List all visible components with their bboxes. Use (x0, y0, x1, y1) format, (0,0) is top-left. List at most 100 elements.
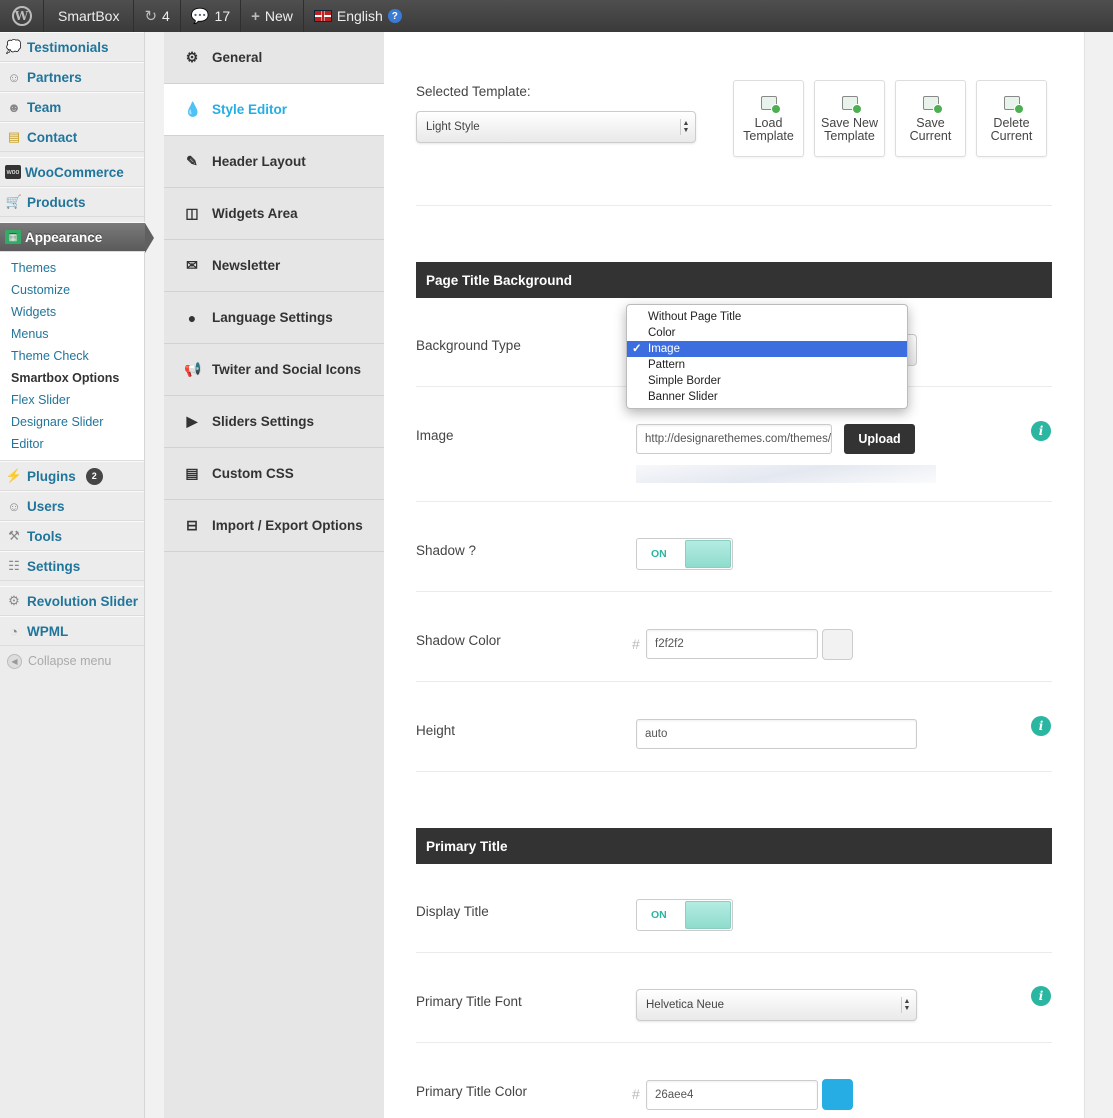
save-new-template-button[interactable]: Save New Template (814, 80, 885, 157)
submenu-theme-check[interactable]: Theme Check (0, 345, 144, 367)
dropdown-option-selected[interactable]: ✓ Image (627, 341, 907, 357)
nav-import-export[interactable]: ⊟ Import / Export Options (164, 500, 384, 552)
updates-count: 4 (162, 8, 170, 24)
help-icon[interactable]: ? (387, 9, 402, 23)
background-type-label: Background Type (416, 338, 521, 353)
primary-title-color-swatch[interactable] (822, 1079, 853, 1110)
toggle-knob (685, 901, 731, 929)
menu-team[interactable]: ☻ Team (0, 92, 144, 122)
dropdown-option[interactable]: Pattern (627, 357, 907, 373)
divider (416, 681, 1052, 682)
dropdown-option[interactable]: Simple Border (627, 373, 907, 389)
info-icon[interactable]: i (1031, 716, 1051, 736)
nav-widgets-area[interactable]: ◫ Widgets Area (164, 188, 384, 240)
new-content-link[interactable]: + New (241, 0, 304, 32)
menu-revolution-slider[interactable]: ⚙ Revolution Slider (0, 586, 144, 616)
divider (416, 1042, 1052, 1043)
menu-label: Settings (27, 558, 81, 574)
delete-current-icon (1003, 96, 1024, 114)
nav-social-icons[interactable]: 📢 Twiter and Social Icons (164, 344, 384, 396)
load-template-icon (760, 96, 781, 114)
toggle-state: ON (651, 548, 667, 560)
submenu-widgets[interactable]: Widgets (0, 301, 144, 323)
image-url-input[interactable]: http://designarethemes.com/themes/s (636, 424, 832, 454)
collapse-arrow-icon: ◀ (7, 653, 22, 669)
shadow-color-swatch[interactable] (822, 629, 853, 660)
menu-label: Products (27, 194, 86, 210)
divider (416, 205, 1052, 206)
save-current-button[interactable]: Save Current (895, 80, 966, 157)
submenu-editor[interactable]: Editor (0, 433, 144, 455)
menu-appearance[interactable]: ▦ Appearance (0, 222, 154, 253)
template-select[interactable]: Light Style ▲ ▼ (416, 111, 696, 143)
dropdown-option[interactable]: Banner Slider (627, 389, 907, 405)
menu-plugins[interactable]: ⚡ Plugins 2 (0, 461, 144, 491)
language-switcher[interactable]: English? (304, 0, 412, 32)
site-name-link[interactable]: SmartBox (44, 0, 135, 32)
dropdown-option[interactable]: Without Page Title (627, 309, 907, 325)
divider (416, 501, 1052, 502)
primary-title-color-input[interactable]: 26aee4 (646, 1080, 818, 1110)
envelope-icon: ✉ (186, 257, 198, 273)
users-icon: ☺ (7, 498, 21, 514)
primary-title-font-select[interactable]: Helvetica Neue ▲ ▼ (636, 989, 917, 1021)
save-current-icon (922, 96, 943, 114)
submenu-themes[interactable]: Themes (0, 257, 144, 279)
menu-products[interactable]: 🛒 Products (0, 187, 144, 217)
dropdown-option[interactable]: Color (627, 325, 907, 341)
drive-icon: ⊟ (186, 517, 198, 533)
options-content: Selected Template: Light Style ▲ ▼ Load T… (384, 32, 1084, 1118)
nav-sliders-settings[interactable]: ▶ Sliders Settings (164, 396, 384, 448)
menu-testimonials[interactable]: 💭 Testimonials (0, 32, 144, 62)
menu-label: Revolution Slider (27, 593, 139, 609)
nav-newsletter[interactable]: ✉ Newsletter (164, 240, 384, 292)
shadow-color-label: Shadow Color (416, 633, 501, 648)
collapse-menu-button[interactable]: ◀ Collapse menu (0, 646, 144, 676)
selected-template-label: Selected Template: (416, 84, 531, 99)
submenu-customize[interactable]: Customize (0, 279, 144, 301)
updates-link[interactable]: ↻ 4 (134, 0, 181, 32)
plug-icon: ⚡ (5, 468, 23, 483)
tools-icon: ⚒ (8, 528, 20, 543)
hash-symbol: # (632, 1086, 640, 1102)
menu-tools[interactable]: ⚒ Tools (0, 521, 144, 551)
gear-icon: ⚙ (8, 593, 20, 608)
cart-icon: 🛒 (5, 194, 23, 209)
height-input[interactable]: auto (636, 719, 917, 749)
display-title-toggle[interactable]: ON (636, 899, 733, 931)
globe-icon: ● (187, 309, 197, 326)
nav-general[interactable]: ⚙ General (164, 32, 384, 84)
menu-woocommerce[interactable]: woo WooCommerce (0, 157, 144, 187)
submenu-flex-slider[interactable]: Flex Slider (0, 389, 144, 411)
button-label: Template (743, 129, 794, 143)
info-icon[interactable]: i (1031, 986, 1051, 1006)
image-preview (636, 465, 936, 483)
appearance-icon: ▦ (5, 230, 21, 244)
menu-settings[interactable]: ☷ Settings (0, 551, 144, 581)
menu-contact[interactable]: ▤ Contact (0, 122, 144, 152)
plugins-update-badge: 2 (85, 467, 103, 485)
wpml-icon: ◔ (10, 623, 18, 639)
upload-button[interactable]: Upload (844, 424, 915, 454)
shadow-color-input[interactable]: f2f2f2 (646, 629, 818, 659)
nav-style-editor[interactable]: 💧 Style Editor (164, 84, 384, 136)
shadow-toggle[interactable]: ON (636, 538, 733, 570)
submenu-designare-slider[interactable]: Designare Slider (0, 411, 144, 433)
height-label: Height (416, 723, 456, 738)
divider (416, 591, 1052, 592)
submenu-smartbox-options[interactable]: Smartbox Options (0, 367, 144, 389)
menu-partners[interactable]: ☺ Partners (0, 62, 144, 92)
load-template-button[interactable]: Load Template (733, 80, 804, 157)
delete-current-button[interactable]: Delete Current (976, 80, 1047, 157)
nav-header-layout[interactable]: ✎ Header Layout (164, 136, 384, 188)
button-label: Current (990, 129, 1033, 143)
comments-count: 17 (214, 8, 231, 24)
menu-wpml[interactable]: ◔ WPML (0, 616, 144, 646)
comments-link[interactable]: 💬 17 (181, 0, 242, 32)
wordpress-logo-icon[interactable]: W (0, 0, 44, 32)
info-icon[interactable]: i (1031, 421, 1051, 441)
menu-users[interactable]: ☺ Users (0, 491, 144, 521)
submenu-menus[interactable]: Menus (0, 323, 144, 345)
nav-custom-css[interactable]: ▤ Custom CSS (164, 448, 384, 500)
nav-language-settings[interactable]: ● Language Settings (164, 292, 384, 344)
